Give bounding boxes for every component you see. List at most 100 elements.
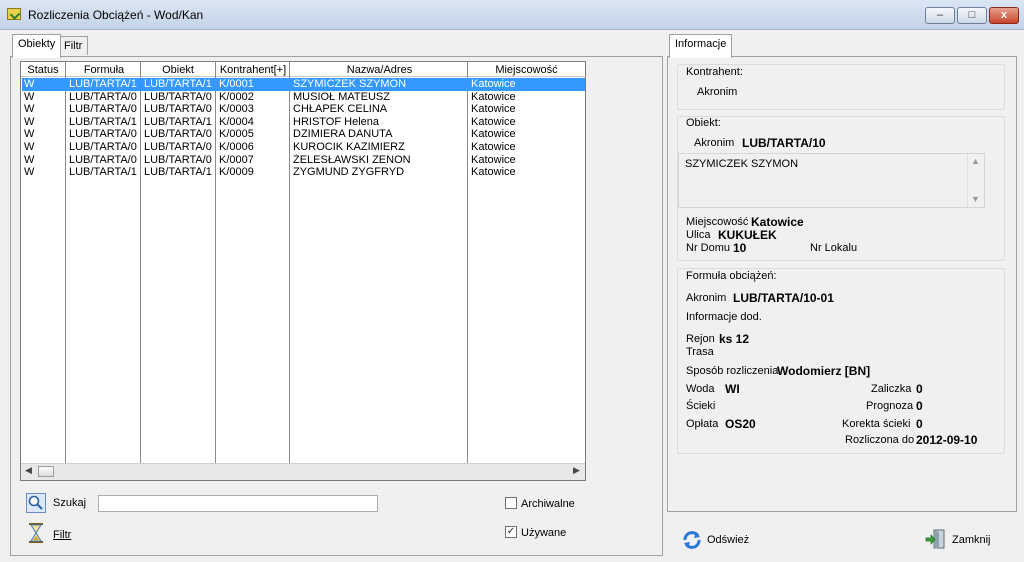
cell-nazwa: MUSIOŁ MATEUSZ: [293, 90, 390, 103]
column-header-obiekt[interactable]: Obiekt: [142, 64, 214, 76]
rejon-value: ks 12: [719, 332, 750, 346]
cell-kontrahent: K/0005: [219, 128, 254, 141]
objects-table[interactable]: Status Formuła Obiekt Kontrahent[+] Nazw…: [20, 61, 586, 481]
hourglass-icon[interactable]: [28, 523, 44, 543]
cell-miejscowosc: Katowice: [471, 128, 516, 141]
miejscowosc-label: Miejscowość: [686, 216, 749, 228]
column-header-status[interactable]: Status: [23, 64, 63, 76]
table-row[interactable]: W LUB/TARTA/1 LUB/TARTA/1 K/0009 ZYGMUND ZYG…: [22, 166, 585, 179]
filter-label[interactable]: Filtr: [53, 529, 71, 541]
cell-formula: LUB/TARTA/0: [69, 153, 137, 166]
formula-group-title: Formuła obciążeń:: [686, 270, 777, 282]
cell-miejscowosc: Katowice: [471, 103, 516, 116]
exit-door-icon[interactable]: [925, 528, 945, 549]
cell-status: W: [24, 128, 35, 141]
korekta-label: Korekta ścieki: [842, 418, 911, 430]
cell-nazwa: HRISTOF Helena: [293, 115, 379, 128]
cell-kontrahent: K/0001: [219, 78, 254, 90]
cell-formula: LUB/TARTA/0: [69, 103, 137, 116]
refresh-icon[interactable]: [681, 529, 701, 549]
cell-nazwa: ZYGMUND ZYGFRYD: [293, 166, 405, 179]
table-row[interactable]: W LUB/TARTA/0 LUB/TARTA/0 K/0006 KUROCIK KAZ…: [22, 141, 585, 154]
formula-akronim-label: Akronim: [686, 292, 727, 304]
close-window-button[interactable]: x: [989, 7, 1019, 24]
tab-obiekty[interactable]: Obiekty: [12, 34, 62, 58]
nr-lokalu-label: Nr Lokalu: [810, 242, 858, 254]
column-header-nazwa[interactable]: Nazwa/Adres: [291, 64, 468, 76]
rozliczona-value: 2012-09-10: [916, 433, 978, 447]
cell-nazwa: CHŁAPEK CELINA: [293, 103, 388, 116]
obiekt-text-box[interactable]: SZYMICZEK SZYMON ▲ ▼: [678, 153, 985, 208]
maximize-button[interactable]: □: [957, 7, 987, 24]
sposob-label: Sposób rozliczenia: [686, 365, 779, 377]
close-button[interactable]: Zamknij: [952, 534, 991, 546]
scieki-label: Ścieki: [686, 400, 716, 412]
kontrahent-akronim-label: Akronim: [697, 86, 738, 98]
cell-kontrahent: K/0009: [219, 166, 254, 179]
tab-informacje[interactable]: Informacje: [669, 34, 733, 58]
cell-miejscowosc: Katowice: [471, 166, 516, 179]
cell-kontrahent: K/0003: [219, 103, 254, 116]
zaliczka-label: Zaliczka: [871, 383, 912, 395]
kontrahent-group-title: Kontrahent:: [686, 66, 743, 78]
uzywane-checkbox[interactable]: ✓: [505, 526, 517, 538]
scroll-down-icon[interactable]: ▼: [971, 194, 980, 204]
zaliczka-value: 0: [916, 382, 923, 396]
table-row[interactable]: W LUB/TARTA/0 LUB/TARTA/0 K/0002 MUSIOŁ MATE…: [22, 91, 585, 104]
cell-formula: LUB/TARTA/0: [69, 90, 137, 103]
cell-kontrahent: K/0004: [219, 115, 254, 128]
scroll-left-icon[interactable]: ◀: [25, 465, 32, 476]
cell-nazwa: ŻELESŁAWSKI ZENON: [293, 153, 411, 166]
vertical-scrollbar[interactable]: ▲ ▼: [967, 154, 984, 207]
nr-domu-label: Nr Domu: [686, 242, 731, 254]
miejscowosc-value: Katowice: [751, 215, 804, 229]
refresh-button[interactable]: Odśwież: [707, 534, 749, 546]
minimize-button[interactable]: –: [925, 7, 955, 24]
cell-formula: LUB/TARTA/1: [69, 78, 137, 90]
horizontal-scrollbar[interactable]: ◀ ▶: [21, 463, 585, 480]
uzywane-label: Używane: [521, 527, 567, 539]
cell-status: W: [24, 166, 35, 179]
cell-nazwa: SZYMICZEK SZYMON: [293, 78, 407, 90]
search-label: Szukaj: [53, 497, 87, 509]
archiwalne-label: Archiwalne: [521, 498, 575, 510]
nr-domu-value: 10: [733, 241, 747, 255]
scroll-right-icon[interactable]: ▶: [573, 465, 580, 476]
cell-miejscowosc: Katowice: [471, 115, 516, 128]
obiekt-akronim-value: LUB/TARTA/10: [742, 136, 826, 150]
cell-kontrahent: K/0002: [219, 90, 254, 103]
cell-status: W: [24, 115, 35, 128]
search-icon[interactable]: [26, 493, 46, 513]
cell-formula: LUB/TARTA/0: [69, 141, 137, 153]
cell-status: W: [24, 141, 35, 153]
cell-obiekt: LUB/TARTA/0: [144, 128, 212, 141]
table-row[interactable]: W LUB/TARTA/0 LUB/TARTA/0 K/0005 DZIMIERA DA…: [22, 128, 585, 141]
table-row[interactable]: W LUB/TARTA/1 LUB/TARTA/1 K/0001 SZYMICZEK S…: [22, 78, 585, 91]
prognoza-value: 0: [916, 399, 923, 413]
cell-status: W: [24, 153, 35, 166]
column-header-kontrahent[interactable]: Kontrahent[+]: [217, 64, 289, 76]
table-row[interactable]: W LUB/TARTA/1 LUB/TARTA/1 K/0004 HRISTOF Hel…: [22, 116, 585, 129]
table-row[interactable]: W LUB/TARTA/0 LUB/TARTA/0 K/0003 CHŁAPEK CEL…: [22, 103, 585, 116]
column-header-miejscowosc[interactable]: Miejscowość: [469, 64, 584, 76]
cell-formula: LUB/TARTA/1: [69, 115, 137, 128]
app-icon: [7, 8, 21, 20]
scroll-up-icon[interactable]: ▲: [971, 156, 980, 166]
column-header-formula[interactable]: Formuła: [68, 64, 140, 76]
table-row[interactable]: W LUB/TARTA/0 LUB/TARTA/0 K/0007 ŻELESŁAWSKI…: [22, 154, 585, 167]
obiekt-text: SZYMICZEK SZYMON: [685, 158, 799, 170]
cell-obiekt: LUB/TARTA/0: [144, 153, 212, 166]
tab-filtr[interactable]: Filtr: [58, 36, 89, 55]
cell-obiekt: LUB/TARTA/0: [144, 141, 212, 153]
search-input[interactable]: [98, 495, 378, 512]
cell-formula: LUB/TARTA/1: [69, 166, 137, 179]
title-bar: Rozliczenia Obciążeń - Wod/Kan – □ x: [0, 0, 1024, 30]
woda-label: Woda: [686, 383, 715, 395]
header-divider: [21, 76, 585, 77]
scroll-thumb[interactable]: [38, 466, 54, 477]
cell-status: W: [24, 90, 35, 103]
sposob-value: Wodomierz [BN]: [777, 364, 871, 378]
woda-value: WI: [725, 382, 740, 396]
archiwalne-checkbox[interactable]: [505, 497, 517, 509]
ulica-label: Ulica: [686, 229, 711, 241]
